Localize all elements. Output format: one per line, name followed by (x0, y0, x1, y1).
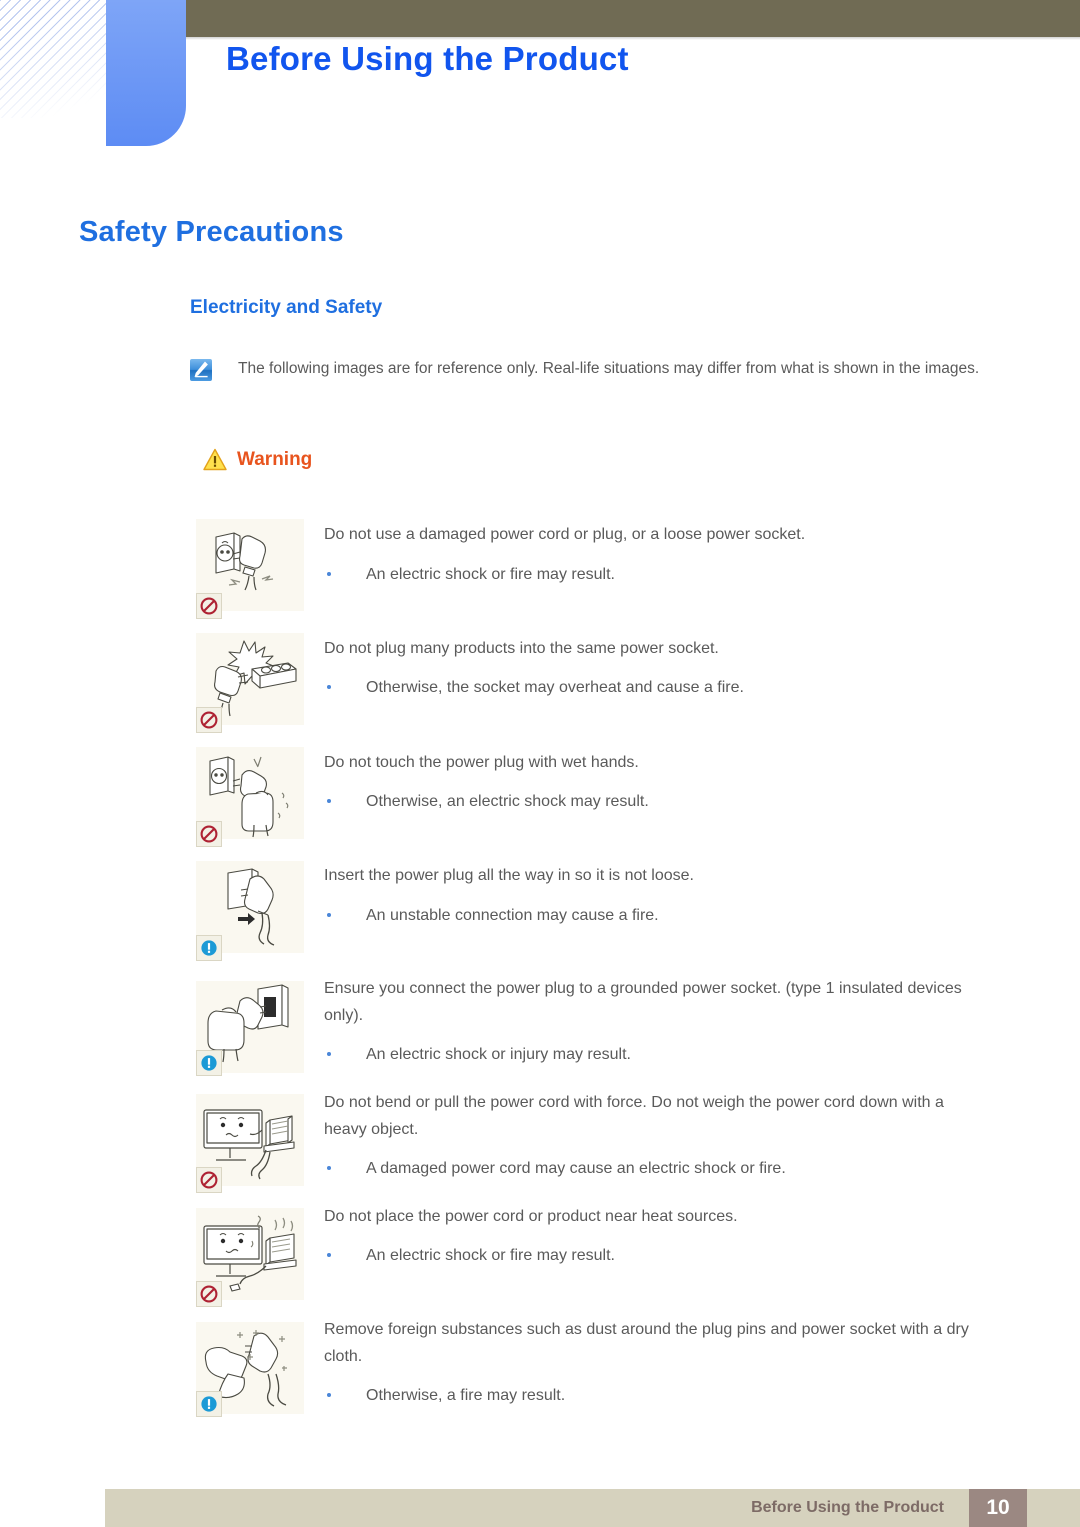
warning-label: Warning (237, 448, 313, 470)
item-statement: Insert the power plug all the way in so … (324, 867, 694, 884)
bullet-dot-icon (327, 1253, 331, 1257)
caution-info-icon (196, 1050, 222, 1076)
item-bullet: Otherwise, a fire may result. (324, 1382, 974, 1409)
bullet-text: Otherwise, a fire may result. (366, 1387, 566, 1404)
prohibition-icon (196, 1281, 222, 1307)
warning-heading: Warning (203, 448, 312, 471)
section-heading: Electricity and Safety (190, 297, 383, 318)
bullet-text: An electric shock or fire may result. (366, 566, 615, 583)
bullet-dot-icon (327, 799, 331, 803)
page-number-box: 10 (969, 1489, 1027, 1527)
bullet-dot-icon (327, 572, 331, 576)
header-bar (186, 0, 1080, 37)
item-statement: Do not plug many products into the same … (324, 640, 719, 657)
pen-glyph (194, 361, 208, 378)
item-bullet: An unstable connection may cause a fire. (324, 902, 974, 929)
bullet-text: A damaged power cord may cause an electr… (366, 1160, 786, 1177)
page-number: 10 (986, 1496, 1010, 1519)
item-statement: Do not use a damaged power cord or plug,… (324, 526, 806, 543)
bullet-dot-icon (327, 1052, 331, 1056)
item-bullet: A damaged power cord may cause an electr… (324, 1155, 974, 1182)
bullet-text: An electric shock or fire may result. (366, 1247, 615, 1264)
prohibition-glyph (200, 1171, 218, 1189)
prohibition-glyph (200, 1285, 218, 1303)
prohibition-glyph (200, 711, 218, 729)
item-bullet: An electric shock or fire may result. (324, 1242, 974, 1269)
bullet-dot-icon (327, 1166, 331, 1170)
item-statement: Do not touch the power plug with wet han… (324, 754, 639, 771)
info-exclamation-glyph (201, 1055, 217, 1071)
warning-triangle-icon (203, 448, 227, 471)
item-bullet: An electric shock or fire may result. (324, 561, 974, 588)
page-title: Safety Precautions (79, 216, 344, 248)
item-statement: Ensure you connect the power plug to a g… (324, 980, 962, 1024)
caution-info-icon (196, 935, 222, 961)
note-pen-icon (190, 359, 212, 381)
prohibition-icon (196, 821, 222, 847)
bullet-text: An electric shock or injury may result. (366, 1046, 631, 1063)
prohibition-icon (196, 1167, 222, 1193)
prohibition-glyph (200, 825, 218, 843)
item-bullet: Otherwise, an electric shock may result. (324, 788, 974, 815)
prohibition-glyph (200, 597, 218, 615)
chapter-title: Before Using the Product (226, 40, 629, 77)
item-statement: Remove foreign substances such as dust a… (324, 1321, 969, 1365)
blue-tab-decoration (106, 0, 186, 146)
footer-label: Before Using the Product (751, 1499, 944, 1516)
item-statement: Do not place the power cord or product n… (324, 1208, 738, 1225)
prohibition-icon (196, 593, 222, 619)
prohibition-icon (196, 707, 222, 733)
bullet-text: An unstable connection may cause a fire. (366, 907, 659, 924)
item-bullet: Otherwise, the socket may overheat and c… (324, 674, 974, 701)
item-statement: Do not bend or pull the power cord with … (324, 1094, 944, 1138)
bullet-text: Otherwise, an electric shock may result. (366, 793, 649, 810)
bullet-dot-icon (327, 685, 331, 689)
info-exclamation-glyph (201, 940, 217, 956)
bullet-dot-icon (327, 913, 331, 917)
info-exclamation-glyph (201, 1396, 217, 1412)
bullet-text: Otherwise, the socket may overheat and c… (366, 679, 744, 696)
note-block: The following images are for reference o… (190, 355, 980, 382)
item-bullet: An electric shock or injury may result. (324, 1041, 974, 1068)
bullet-dot-icon (327, 1393, 331, 1397)
note-text: The following images are for reference o… (238, 360, 980, 377)
caution-info-icon (196, 1391, 222, 1417)
